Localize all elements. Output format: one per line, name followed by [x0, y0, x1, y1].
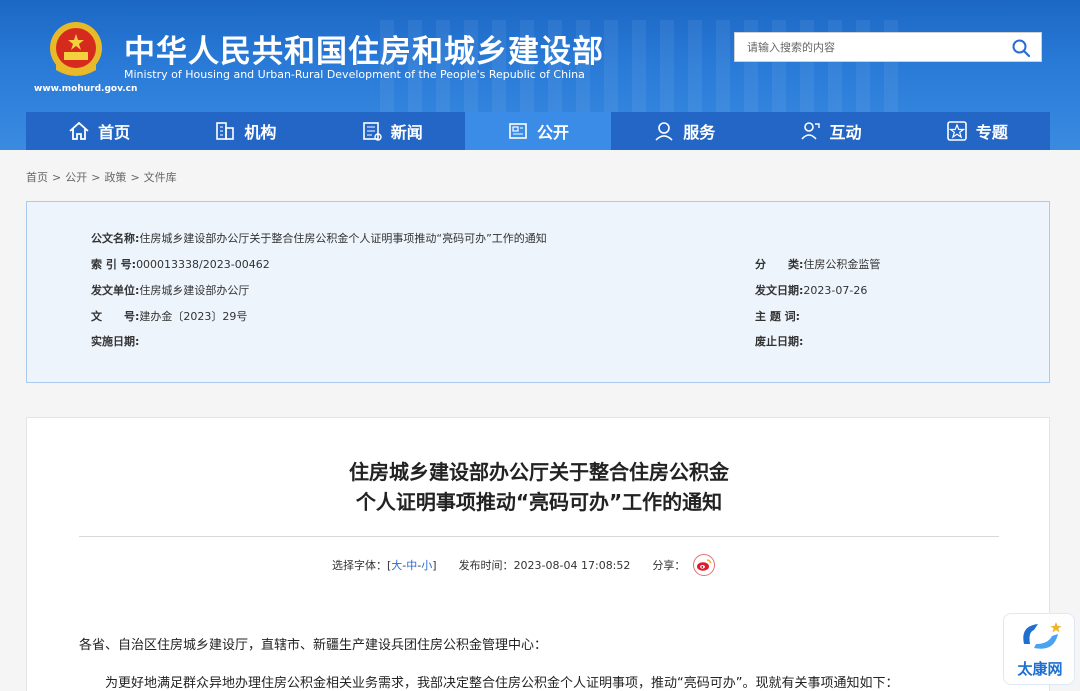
article-meta: 选择字体：[大 - 中 - 小] 发布时间： 2023-08-04 17:08:52 分享… — [332, 554, 716, 576]
breadcrumb-separator: > — [52, 171, 62, 184]
info-doc-number: 文 号:建办金〔2023〕29号 — [91, 308, 247, 324]
weibo-icon — [697, 559, 712, 571]
breadcrumb-item-policy[interactable]: 政策 — [104, 171, 126, 184]
info-label: 主 题 词: — [755, 310, 801, 323]
interaction-icon — [800, 122, 820, 140]
article-title-line1: 住房城乡建设部办公厅关于整合住房公积金 — [349, 460, 729, 484]
nav-item-public[interactable]: 公开 — [464, 112, 612, 150]
info-issuer: 发文单位:住房城乡建设部办公厅 — [91, 282, 249, 298]
star-icon — [947, 121, 967, 141]
site-title: 中华人民共和国住房和城乡建设部 — [124, 34, 604, 70]
publish-time: 2023-08-04 17:08:52 — [513, 558, 631, 572]
watermark-icon — [1023, 622, 1062, 649]
search-icon[interactable] — [1011, 38, 1031, 58]
info-doc-name: 公文名称:住房城乡建设部办公厅关于整合住房公积金个人证明事项推动“亮码可办”工作… — [91, 230, 547, 246]
weibo-share-icon[interactable] — [693, 554, 716, 576]
breadcrumb-item-public[interactable]: 公开 — [65, 171, 87, 184]
site-subtitle: Ministry of Housing and Urban-Rural Deve… — [124, 68, 585, 81]
site-url: www.mohurd.gov.cn — [34, 84, 138, 94]
info-label: 文 号: — [91, 310, 140, 323]
nav-item-home[interactable]: 首页 — [26, 112, 172, 150]
info-label: 发文日期: — [755, 284, 804, 297]
document-info-box: 公文名称:住房城乡建设部办公厅关于整合住房公积金个人证明事项推动“亮码可办”工作… — [26, 201, 1050, 383]
nav-label: 新闻 — [390, 123, 423, 142]
nav-label: 服务 — [683, 123, 716, 142]
info-value: 住房城乡建设部办公厅 — [139, 284, 250, 297]
info-expire-date: 废止日期: — [755, 333, 803, 349]
nav-item-interaction[interactable]: 互动 — [757, 112, 903, 150]
nav-label: 专题 — [975, 123, 1008, 142]
info-issue-date: 发文日期:2023-07-26 — [755, 282, 867, 298]
watermark-text: 太康网 — [1017, 660, 1063, 678]
info-value: 2023-07-26 — [803, 284, 868, 297]
font-size-small-link[interactable]: 小 — [421, 557, 432, 573]
info-value: 住房城乡建设部办公厅关于整合住房公积金个人证明事项推动“亮码可办”工作的通知 — [139, 232, 547, 245]
title-divider — [79, 536, 999, 537]
article-salutation: 各省、自治区住房城乡建设厅，直辖市、新疆生产建设兵团住房公积金管理中心： — [79, 638, 548, 653]
info-label: 废止日期: — [755, 335, 804, 348]
breadcrumb-separator: > — [91, 171, 101, 184]
building-icon — [216, 122, 235, 140]
nav-item-service[interactable]: 服务 — [611, 112, 757, 150]
publish-label: 发布时间： — [458, 559, 514, 572]
breadcrumb-item-home[interactable]: 首页 — [26, 171, 48, 184]
search-input[interactable] — [735, 33, 1005, 61]
font-size-medium-link[interactable]: 中 — [406, 557, 417, 573]
article-paragraph: 为更好地满足群众异地办理住房公积金相关业务需求，我部决定整合住房公积金个人证明事… — [105, 676, 899, 691]
nav-item-news[interactable]: 新闻 — [319, 112, 465, 150]
home-icon — [69, 121, 89, 140]
nav-label: 互动 — [829, 123, 862, 142]
watermark-logo: 太康网 — [1003, 613, 1075, 685]
nav-label: 机构 — [244, 123, 277, 142]
service-icon — [655, 122, 673, 141]
document-icon — [509, 123, 527, 139]
info-subject: 主 题 词: — [755, 308, 800, 324]
font-size-large-link[interactable]: 大 — [391, 557, 402, 573]
info-value: 住房公积金监管 — [803, 258, 881, 271]
breadcrumb: 首页 > 公开 > 政策 > 文件库 — [26, 169, 177, 185]
info-label: 发文单位: — [91, 284, 140, 297]
nav-item-topics[interactable]: 专题 — [904, 112, 1050, 150]
article-title-line2: 个人证明事项推动“亮码可办”工作的通知 — [355, 490, 723, 514]
breadcrumb-item-library[interactable]: 文件库 — [144, 171, 177, 184]
main-nav: 首页 机构 新闻 公开 服务 互动 专题 — [26, 112, 1050, 150]
info-label: 索 引 号: — [91, 258, 137, 271]
info-index-no: 索 引 号:000013338/2023-00462 — [91, 256, 270, 272]
breadcrumb-separator: > — [130, 171, 140, 184]
info-value: 000013338/2023-00462 — [136, 258, 270, 271]
info-value: 建办金〔2023〕29号 — [139, 310, 248, 323]
font-size-close: ] — [432, 558, 437, 572]
info-label: 分 类: — [755, 258, 804, 271]
national-emblem-icon — [50, 22, 102, 76]
info-effective-date: 实施日期: — [91, 333, 139, 349]
news-icon — [362, 122, 382, 141]
share-label: 分享： — [652, 559, 686, 572]
info-category: 分 类:住房公积金监管 — [755, 256, 880, 272]
search-box — [734, 32, 1042, 62]
info-label: 实施日期: — [91, 335, 140, 348]
font-size-label: 选择字体：[ — [332, 559, 392, 572]
article-container: 住房城乡建设部办公厅关于整合住房公积金 个人证明事项推动“亮码可办”工作的通知 … — [26, 417, 1050, 691]
nav-label: 首页 — [98, 123, 131, 142]
info-label: 公文名称: — [91, 232, 140, 245]
nav-item-organization[interactable]: 机构 — [172, 112, 318, 150]
nav-label: 公开 — [536, 123, 569, 142]
